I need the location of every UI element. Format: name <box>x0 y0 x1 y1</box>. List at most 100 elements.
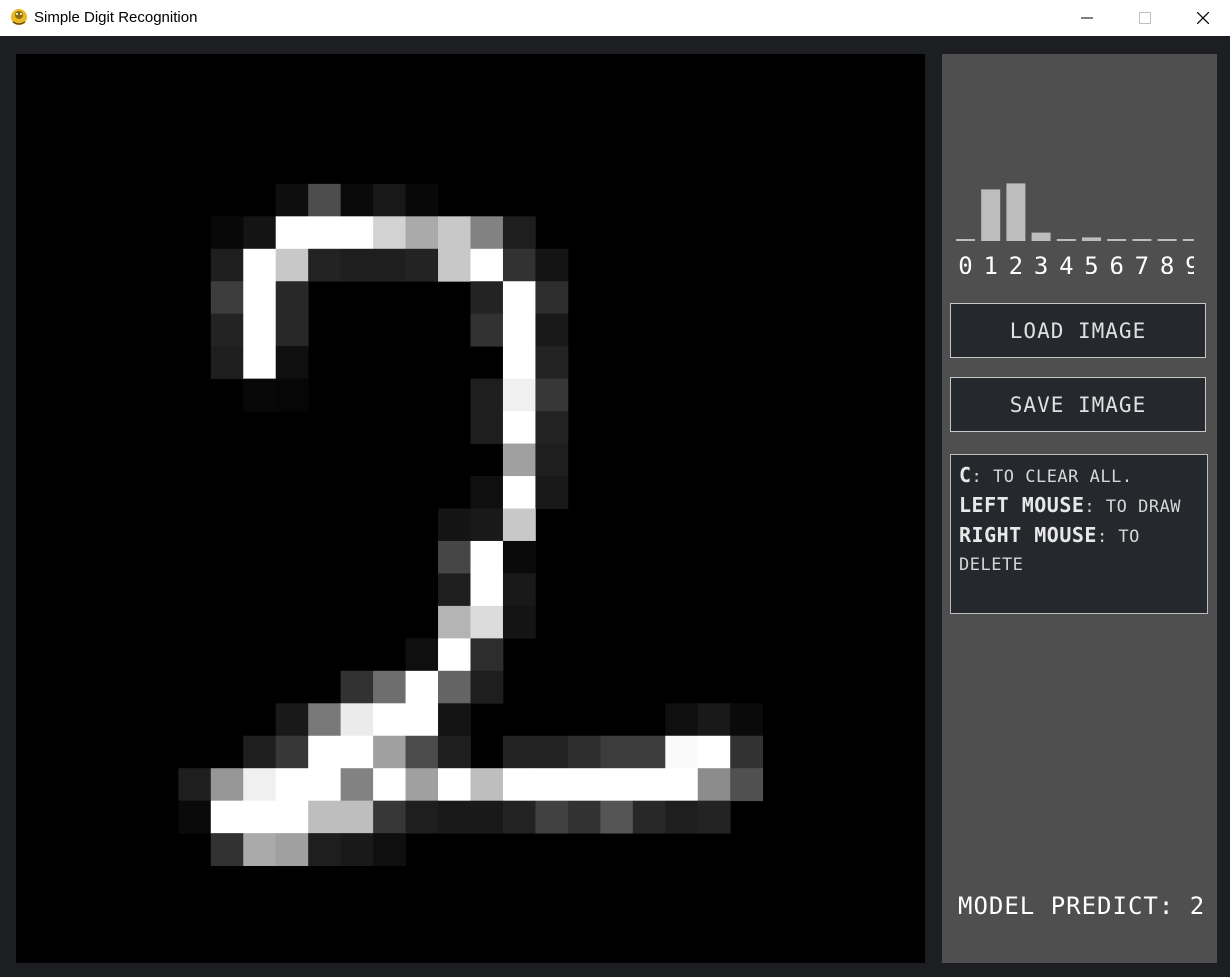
canvas-pixel <box>405 248 439 282</box>
drawing-canvas[interactable] <box>16 54 925 963</box>
canvas-pixel <box>373 768 406 802</box>
canvas-pixel <box>697 703 731 737</box>
canvas-pixel <box>243 248 277 282</box>
canvas-pixel <box>405 183 439 217</box>
canvas-pixel <box>178 768 212 802</box>
canvas-pixel <box>243 800 277 834</box>
probability-bar <box>1132 239 1152 241</box>
canvas-pixel <box>470 248 504 282</box>
canvas-pixel <box>243 216 277 250</box>
digit-label: 1 <box>983 252 997 274</box>
help-box: C: TO CLEAR ALL. LEFT MOUSE: TO DRAW RIG… <box>950 454 1208 614</box>
close-button[interactable] <box>1180 0 1226 36</box>
canvas-pixel <box>243 378 277 412</box>
canvas-pixel <box>275 313 309 347</box>
canvas-pixel <box>210 248 244 282</box>
canvas-pixel <box>502 411 536 444</box>
canvas-pixel <box>275 281 309 315</box>
canvas-pixel <box>470 216 504 250</box>
canvas-pixel <box>243 735 277 769</box>
save-image-button[interactable]: SAVE IMAGE <box>950 377 1206 432</box>
probability-bar <box>1107 239 1127 241</box>
canvas-pixel <box>567 768 601 802</box>
canvas-pixel <box>697 800 731 834</box>
canvas-pixel <box>340 735 374 769</box>
digit-label: 9 <box>1185 252 1194 274</box>
canvas-pixel <box>600 800 634 834</box>
canvas-pixel <box>308 248 342 282</box>
canvas-pixel <box>502 378 536 412</box>
canvas-pixel <box>632 768 666 802</box>
canvas-pixel <box>470 540 504 574</box>
digit-label: 5 <box>1084 252 1098 274</box>
canvas-pixel <box>405 216 439 250</box>
digit-label: 4 <box>1059 252 1073 274</box>
canvas-pixel <box>470 768 504 802</box>
canvas-pixel <box>470 508 504 542</box>
help-key: C <box>959 463 972 487</box>
canvas-pixel <box>665 800 699 834</box>
canvas-pixel <box>535 346 569 380</box>
canvas-pixel <box>438 638 471 672</box>
canvas-pixel <box>340 800 374 834</box>
canvas-pixel <box>730 703 764 737</box>
canvas-pixel <box>502 476 536 509</box>
canvas-pixel <box>308 216 342 250</box>
help-line-delete: RIGHT MOUSE: TO DELETE <box>959 521 1199 579</box>
canvas-pixel <box>438 768 471 802</box>
canvas-pixel <box>502 735 536 769</box>
canvas-pixel <box>438 735 471 769</box>
canvas-pixel <box>210 346 244 380</box>
canvas-pixel <box>697 735 731 769</box>
digit-label: 0 <box>958 252 972 274</box>
canvas-pixel <box>470 313 504 347</box>
canvas-pixel <box>535 378 569 412</box>
canvas-pixel <box>665 703 699 737</box>
canvas-pixel <box>340 670 374 704</box>
canvas-pixel <box>340 833 374 866</box>
canvas-pixel <box>438 703 471 737</box>
canvas-pixel <box>405 735 439 769</box>
canvas-pixel <box>373 216 406 250</box>
canvas-pixel <box>535 411 569 444</box>
canvas-pixel <box>470 476 504 509</box>
canvas-pixel <box>308 800 342 834</box>
canvas-pixel <box>632 735 666 769</box>
minimize-icon <box>1081 17 1093 19</box>
probability-bar <box>1031 232 1051 241</box>
canvas-pixel <box>275 183 309 217</box>
canvas-pixel <box>438 605 471 639</box>
canvas-pixel <box>470 378 504 412</box>
canvas-pixel <box>243 833 277 866</box>
canvas-pixel <box>405 800 439 834</box>
canvas-pixel <box>730 735 764 769</box>
canvas-pixel <box>665 735 699 769</box>
canvas-pixel <box>275 346 309 380</box>
canvas-pixel <box>308 703 342 737</box>
digit-label: 8 <box>1160 252 1174 274</box>
canvas-pixel <box>502 216 536 250</box>
load-image-button[interactable]: LOAD IMAGE <box>950 303 1206 358</box>
canvas-pixel <box>275 735 309 769</box>
minimize-button[interactable] <box>1064 0 1110 36</box>
canvas-pixel <box>275 768 309 802</box>
canvas-pixel <box>405 638 439 672</box>
canvas-pixel <box>470 573 504 607</box>
help-key: RIGHT MOUSE <box>959 523 1097 547</box>
canvas-pixel <box>438 508 471 542</box>
canvas-pixel <box>502 248 536 282</box>
canvas-pixel <box>275 378 309 412</box>
prediction-label: MODEL PREDICT: <box>958 892 1175 920</box>
canvas-pixel <box>373 833 406 866</box>
canvas-pixel <box>275 833 309 866</box>
canvas-pixel <box>438 800 471 834</box>
canvas-pixel <box>535 281 569 315</box>
canvas-pixel <box>243 313 277 347</box>
probability-bar <box>1082 237 1101 241</box>
canvas-pixel <box>535 313 569 347</box>
digit-label: 6 <box>1109 252 1123 274</box>
side-panel: 0123456789 LOAD IMAGE SAVE IMAGE C: TO C… <box>942 54 1217 963</box>
prediction-value: 2 <box>1189 892 1206 920</box>
maximize-button[interactable] <box>1122 0 1168 36</box>
help-line-draw: LEFT MOUSE: TO DRAW <box>959 491 1199 521</box>
